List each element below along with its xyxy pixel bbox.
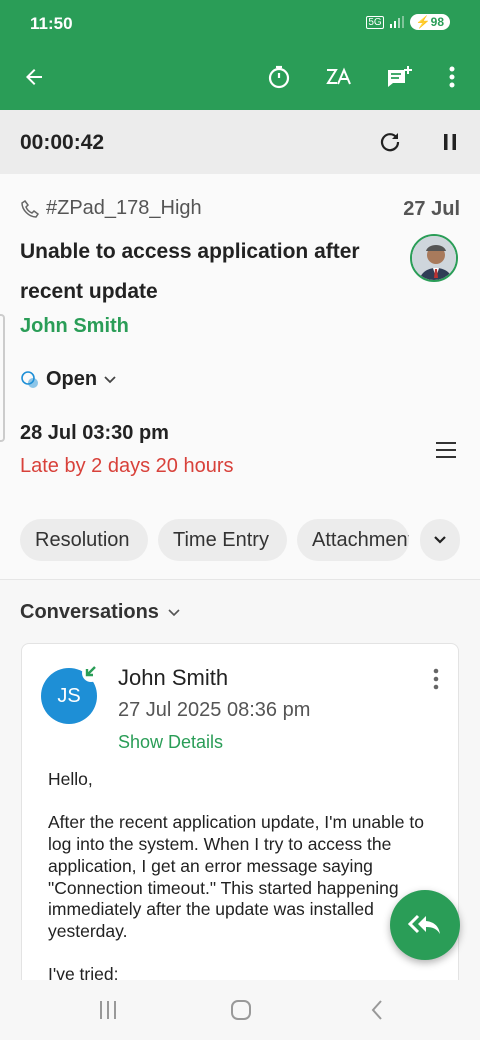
chevron-down-icon <box>168 608 180 616</box>
reset-timer-button[interactable] <box>374 126 406 158</box>
translate-button[interactable] <box>322 60 356 94</box>
recent-apps-icon <box>100 1001 116 1019</box>
conversation-menu-button[interactable] <box>428 666 444 692</box>
status-time: 11:50 <box>30 14 73 33</box>
home-icon <box>231 1000 251 1020</box>
battery-indicator: ⚡98 <box>409 14 450 30</box>
tab-time-entry[interactable]: Time Entry <box>158 519 287 561</box>
more-tabs-button[interactable] <box>420 519 460 561</box>
due-date: 28 Jul 03:30 pm <box>20 422 169 444</box>
contact-name[interactable]: John Smith <box>20 315 129 338</box>
ticket-subject: Unable to access application after recen… <box>20 240 360 303</box>
signal-icon <box>389 16 404 28</box>
chevron-left-icon <box>371 1000 382 1020</box>
more-options-button[interactable] <box>435 60 469 94</box>
more-vert-icon <box>449 66 455 88</box>
drawer-handle[interactable] <box>0 314 5 442</box>
status-icon <box>21 370 38 388</box>
show-details-link[interactable]: Show Details <box>118 732 223 753</box>
agent-avatar[interactable] <box>410 234 458 282</box>
chevron-down-icon <box>104 375 116 383</box>
add-comment-icon <box>387 66 412 87</box>
status-bar: 11:50 5G ⚡98 <box>0 0 480 44</box>
reply-all-icon <box>408 914 440 934</box>
overdue-label: Late by 2 days 20 hours <box>20 455 234 477</box>
system-nav-bar <box>0 980 480 1040</box>
refresh-icon <box>380 133 400 152</box>
tab-attachments[interactable]: Attachments <box>297 519 409 561</box>
timer-button[interactable] <box>262 60 296 94</box>
phone-icon <box>21 199 40 218</box>
person-photo-icon <box>412 236 456 280</box>
timer-icon <box>268 65 290 89</box>
conversations-filter[interactable]: Conversations <box>20 601 181 624</box>
status-icons: 5G ⚡98 <box>366 14 450 30</box>
app-bar <box>0 44 480 110</box>
home-button[interactable] <box>226 996 256 1024</box>
translate-icon <box>326 67 351 85</box>
section-divider <box>0 579 480 580</box>
message-greeting: Hello, <box>48 769 93 789</box>
elapsed-timer: 00:00:42 <box>20 131 105 154</box>
status-label: Open <box>46 368 98 390</box>
back-button[interactable] <box>17 60 51 94</box>
sent-time: 27 Jul 2025 08:36 pm <box>118 699 311 721</box>
network-label: 5G <box>366 15 384 29</box>
message-body: Hello, After the recent application upda… <box>48 769 448 1002</box>
ticket-date: 27 Jul <box>403 198 460 220</box>
battery-level: 98 <box>430 15 444 29</box>
hamburger-icon <box>436 442 456 458</box>
tab-chips: Resolution Time Entry Attachments <box>20 519 460 561</box>
chevron-down-icon <box>434 536 446 544</box>
timer-bar: 00:00:42 <box>0 110 480 174</box>
conversations-title: Conversations <box>20 601 159 623</box>
status-dropdown[interactable]: Open <box>20 368 117 391</box>
conversation-card: JS John Smith 27 Jul 2025 08:36 pm Show … <box>21 643 459 1003</box>
details-menu-button[interactable] <box>434 438 458 462</box>
tab-resolution[interactable]: Resolution <box>20 519 148 561</box>
message-paragraph: After the recent application update, I'm… <box>48 812 424 941</box>
arrow-left-icon <box>26 69 42 85</box>
pause-timer-button[interactable] <box>434 126 466 158</box>
more-vert-icon <box>433 668 439 690</box>
sender-name: John Smith <box>118 665 229 690</box>
add-comment-button[interactable] <box>382 60 416 94</box>
incoming-badge-icon <box>82 664 100 682</box>
ticket-id: #ZPad_178_High <box>46 197 202 219</box>
recent-apps-button[interactable] <box>93 996 123 1024</box>
ticket-id-row: #ZPad_178_High <box>20 197 202 220</box>
reply-all-button[interactable] <box>390 890 460 960</box>
pause-icon <box>444 134 456 150</box>
back-nav-button[interactable] <box>362 996 392 1024</box>
